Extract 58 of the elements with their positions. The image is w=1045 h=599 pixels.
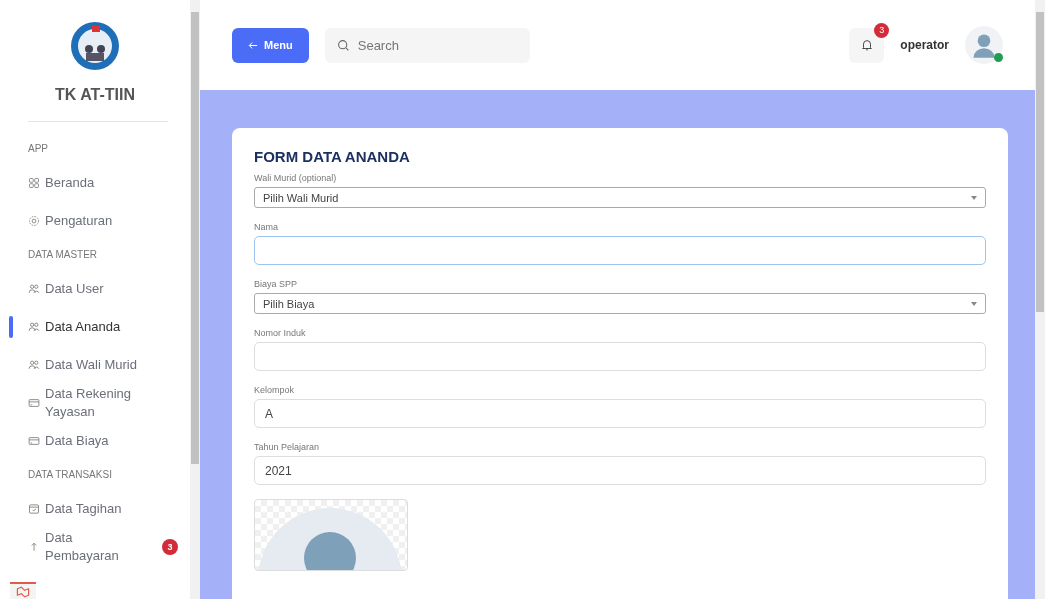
sidebar-item[interactable]: Data Ananda bbox=[0, 308, 190, 346]
user-avatar[interactable] bbox=[965, 26, 1003, 64]
calendar-icon bbox=[28, 503, 40, 515]
sidebar-item[interactable]: Data Tagihan bbox=[0, 490, 190, 528]
sidebar-item[interactable]: Data Rekening Yayasan bbox=[0, 384, 190, 422]
field-label: Nama bbox=[254, 222, 279, 232]
sidebar-item[interactable]: Data Biaya bbox=[0, 422, 190, 460]
search-field[interactable]: Search bbox=[324, 27, 530, 63]
field-label: Tahun Pelajaran bbox=[254, 442, 321, 452]
users-icon bbox=[28, 359, 40, 371]
gear-icon bbox=[28, 215, 40, 227]
sidebar-item-label: Data Pembayaran bbox=[45, 529, 120, 565]
sidebar-item-label: Data Rekening Yayasan bbox=[45, 385, 132, 421]
section-heading: APP bbox=[27, 142, 49, 156]
sidebar-item-label: Data Biaya bbox=[45, 432, 109, 450]
users-icon bbox=[28, 283, 40, 295]
field-label: Kelompok bbox=[254, 385, 296, 395]
input-field[interactable] bbox=[254, 342, 986, 371]
scrollbar[interactable] bbox=[190, 0, 200, 599]
form-title: FORM DATA ANANDA bbox=[254, 148, 411, 165]
section-heading: DATA MASTER bbox=[27, 248, 99, 262]
section-heading: DATA TRANSAKSI bbox=[27, 468, 113, 482]
sidebar-item-label: Data Tagihan bbox=[45, 500, 122, 518]
school-logo-icon bbox=[70, 21, 120, 71]
sidebar-item-label: Beranda bbox=[45, 174, 95, 192]
sidebar-item-label: Data User bbox=[45, 280, 104, 298]
bell-icon bbox=[859, 38, 874, 52]
count-badge: 3 bbox=[162, 539, 178, 555]
card-icon bbox=[28, 397, 40, 409]
field-label: Biaya SPP bbox=[254, 279, 299, 289]
input-field[interactable]: 2021 bbox=[254, 456, 986, 485]
sidebar-item[interactable]: Pengaturan bbox=[0, 202, 190, 240]
sidebar-item[interactable]: Data Pembayaran 3 bbox=[0, 528, 190, 566]
users-icon bbox=[28, 321, 40, 333]
sidebar-item-label: Pengaturan bbox=[45, 212, 113, 230]
menu-button[interactable]: Menu bbox=[232, 27, 309, 63]
notification-count: 3 bbox=[874, 22, 890, 38]
input-field[interactable] bbox=[254, 236, 986, 265]
search-icon bbox=[336, 38, 350, 52]
caret-icon bbox=[971, 301, 977, 306]
left-arrow-icon bbox=[248, 40, 258, 50]
sidebar-item[interactable]: Beranda bbox=[0, 164, 190, 202]
dropdown[interactable]: Pilih Wali Murid bbox=[254, 187, 986, 208]
scrollbar[interactable] bbox=[1035, 0, 1045, 599]
card-icon bbox=[28, 435, 40, 447]
sidebar-item[interactable]: Data User bbox=[0, 270, 190, 308]
input-field[interactable]: A bbox=[254, 399, 986, 428]
sidebar-item-label: Data Ananda bbox=[45, 318, 121, 336]
field-label: Wali Murid (optional) bbox=[254, 173, 338, 183]
user-name: operator bbox=[900, 38, 949, 52]
brand-name: TK AT-TIIN bbox=[55, 86, 135, 104]
grid-icon bbox=[28, 177, 40, 189]
debugbar-icon[interactable] bbox=[10, 582, 36, 599]
field-label: Nomor Induk bbox=[254, 328, 307, 338]
sidebar-item-label: Data Wali Murid bbox=[45, 356, 137, 374]
caret-icon bbox=[971, 195, 977, 200]
dropdown[interactable]: Pilih Biaya bbox=[254, 293, 986, 314]
sidebar-item[interactable]: Data Wali Murid bbox=[0, 346, 190, 384]
